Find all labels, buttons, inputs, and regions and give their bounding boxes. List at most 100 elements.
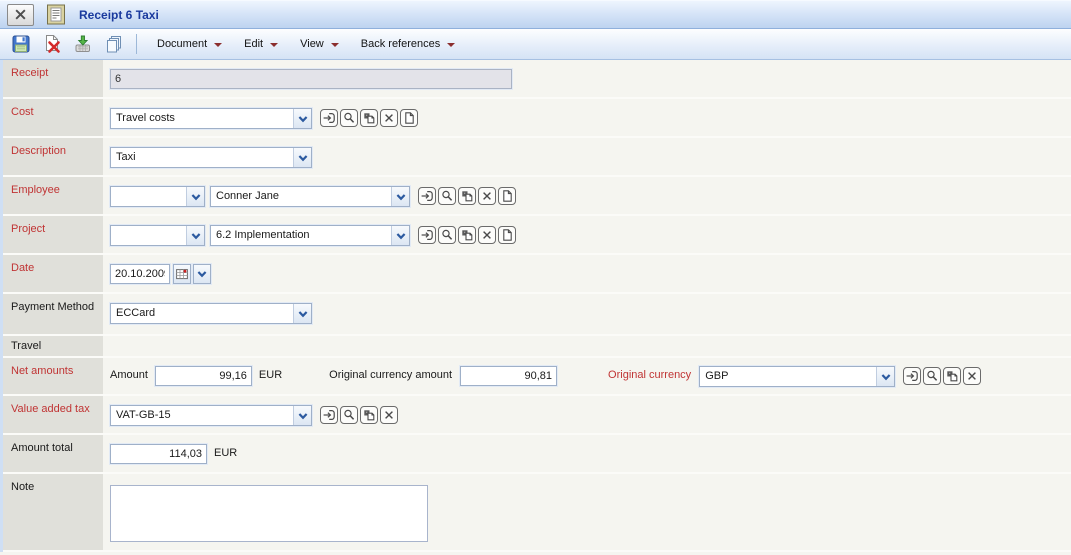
chevron-down-icon[interactable]: [186, 226, 204, 245]
cost-clear-button[interactable]: [380, 109, 398, 127]
employee-search-button[interactable]: [438, 187, 456, 205]
menu-document[interactable]: Document: [146, 34, 233, 54]
vat-dropdown[interactable]: VAT-GB-15: [110, 405, 312, 426]
amount-input[interactable]: [155, 366, 252, 386]
page-title: Receipt 6 Taxi: [79, 8, 159, 22]
chevron-down-icon: [331, 43, 339, 47]
basket-green-arrow-icon: [73, 34, 93, 54]
close-button[interactable]: [7, 4, 34, 26]
vat-dropdown-value: VAT-GB-15: [111, 406, 293, 425]
clear-icon: [965, 369, 979, 383]
chevron-down-icon[interactable]: [391, 187, 409, 206]
payment-method-label: Payment Method: [11, 301, 94, 313]
value-added-tax-label: Value added tax: [11, 403, 90, 415]
floppy-disk-icon: [11, 34, 31, 54]
copy-button[interactable]: [101, 32, 127, 56]
paste-icon: [945, 369, 959, 383]
paste-icon: [460, 228, 474, 242]
stacked-pages-icon: [104, 34, 124, 54]
receipt-document-icon: [46, 4, 66, 25]
chevron-down-icon[interactable]: [293, 109, 311, 128]
menu-view[interactable]: View: [289, 34, 350, 54]
payment-method-dropdown-value: ECCard: [111, 304, 293, 323]
cost-search-button[interactable]: [340, 109, 358, 127]
calendar-icon: [175, 267, 189, 281]
search-icon: [342, 111, 356, 125]
cost-dropdown-value: Travel costs: [111, 109, 293, 128]
net-amounts-label: Net amounts: [11, 365, 73, 377]
original-currency-amount-input[interactable]: [460, 366, 557, 386]
cost-dropdown[interactable]: Travel costs: [110, 108, 312, 129]
goto-icon: [322, 408, 336, 422]
employee-clear-button[interactable]: [478, 187, 496, 205]
clear-icon: [382, 111, 396, 125]
chevron-down-icon[interactable]: [293, 406, 311, 425]
note-textarea[interactable]: [110, 485, 428, 542]
vat-goto-button[interactable]: [320, 406, 338, 424]
project-new-button[interactable]: [498, 226, 516, 244]
vat-paste-button[interactable]: [360, 406, 378, 424]
amount-total-input[interactable]: [110, 444, 207, 464]
employee-prefix-dropdown[interactable]: [110, 186, 205, 207]
description-dropdown[interactable]: Taxi: [110, 147, 312, 168]
original-currency-dropdown-value: GBP: [700, 367, 876, 386]
receipt-form: Receipt Cost Travel costs Description: [0, 60, 1071, 552]
chevron-down-icon[interactable]: [391, 226, 409, 245]
amount-total-label: Amount total: [11, 442, 73, 454]
paste-icon: [362, 408, 376, 422]
original-currency-paste-button[interactable]: [943, 367, 961, 385]
menu-edit[interactable]: Edit: [233, 34, 289, 54]
project-paste-button[interactable]: [458, 226, 476, 244]
cost-label: Cost: [11, 106, 34, 118]
menu-back-references[interactable]: Back references: [350, 34, 466, 54]
amount-label: Amount: [110, 366, 148, 381]
date-input[interactable]: [110, 264, 170, 284]
chevron-down-icon[interactable]: [876, 367, 894, 386]
project-dropdown-value: 6.2 Implementation: [211, 226, 391, 245]
document-red-x-icon: [42, 34, 62, 54]
chevron-down-icon: [270, 43, 278, 47]
cost-new-button[interactable]: [400, 109, 418, 127]
chevron-down-icon[interactable]: [293, 148, 311, 167]
date-dropdown-button[interactable]: [193, 264, 211, 284]
clear-icon: [480, 228, 494, 242]
goto-icon: [420, 228, 434, 242]
employee-dropdown[interactable]: Conner Jane: [210, 186, 410, 207]
check-in-button[interactable]: [70, 32, 96, 56]
chevron-down-icon[interactable]: [186, 187, 204, 206]
original-currency-goto-button[interactable]: [903, 367, 921, 385]
vat-clear-button[interactable]: [380, 406, 398, 424]
note-label: Note: [11, 481, 34, 493]
project-search-button[interactable]: [438, 226, 456, 244]
project-prefix-dropdown[interactable]: [110, 225, 205, 246]
employee-goto-button[interactable]: [418, 187, 436, 205]
cost-paste-button[interactable]: [360, 109, 378, 127]
close-icon: [14, 8, 27, 21]
original-currency-clear-button[interactable]: [963, 367, 981, 385]
save-button[interactable]: [8, 32, 34, 56]
toolbar: Document Edit View Back references: [0, 29, 1071, 60]
amount-currency-label: EUR: [259, 366, 282, 381]
receipt-label: Receipt: [11, 67, 48, 79]
original-currency-dropdown[interactable]: GBP: [699, 366, 895, 387]
project-goto-button[interactable]: [418, 226, 436, 244]
menu-document-label: Document: [157, 38, 207, 50]
project-clear-button[interactable]: [478, 226, 496, 244]
menu-view-label: View: [300, 38, 324, 50]
calendar-button[interactable]: [173, 264, 191, 284]
employee-paste-button[interactable]: [458, 187, 476, 205]
row-note: Note: [3, 474, 1071, 552]
employee-new-button[interactable]: [498, 187, 516, 205]
vat-search-button[interactable]: [340, 406, 358, 424]
cost-goto-button[interactable]: [320, 109, 338, 127]
row-project: Project 6.2 Implementation: [3, 216, 1071, 255]
chevron-down-icon: [447, 43, 455, 47]
paste-icon: [362, 111, 376, 125]
chevron-down-icon[interactable]: [293, 304, 311, 323]
original-currency-search-button[interactable]: [923, 367, 941, 385]
row-date: Date: [3, 255, 1071, 294]
original-currency-amount-label: Original currency amount: [329, 366, 452, 381]
project-dropdown[interactable]: 6.2 Implementation: [210, 225, 410, 246]
payment-method-dropdown[interactable]: ECCard: [110, 303, 312, 324]
delete-button[interactable]: [39, 32, 65, 56]
